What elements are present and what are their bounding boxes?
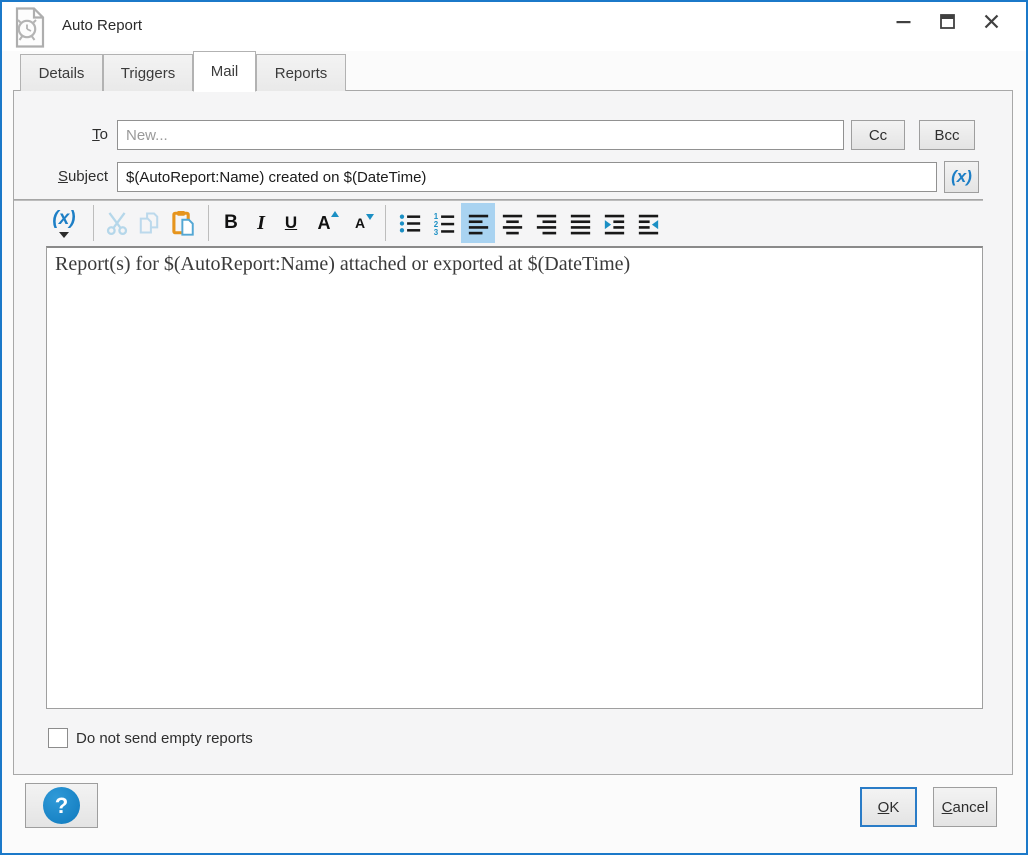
tab-reports[interactable]: Reports	[256, 54, 346, 91]
align-center-button[interactable]	[495, 203, 529, 243]
auto-report-dialog: Auto Report Details Triggers Mail Report…	[0, 0, 1028, 855]
decrease-indent-button[interactable]	[631, 203, 665, 243]
mail-body-text: Report(s) for $(AutoReport:Name) attache…	[55, 253, 630, 275]
chevron-down-icon	[59, 232, 69, 238]
help-icon: ?	[43, 787, 80, 824]
report-alarm-clock-icon	[12, 7, 48, 48]
grow-font-button[interactable]: A	[306, 203, 342, 243]
tab-triggers[interactable]: Triggers	[103, 54, 193, 91]
tab-mail[interactable]: Mail	[193, 51, 256, 92]
grow-font-icon: A	[318, 213, 331, 234]
copy-icon	[137, 211, 161, 235]
close-icon[interactable]	[982, 12, 1000, 30]
ok-button[interactable]: OK	[860, 787, 917, 827]
titlebar: Auto Report	[2, 2, 1026, 51]
to-label: To	[14, 126, 108, 143]
do-not-send-empty-reports-checkbox[interactable]	[48, 728, 68, 748]
bcc-button[interactable]: Bcc	[919, 120, 975, 150]
numbered-list-icon: 1 2 3	[432, 211, 457, 236]
underline-icon: U	[285, 213, 297, 233]
subject-label: Subject	[14, 168, 108, 185]
mail-tab-page: To Cc Bcc Subject (x) (x)	[13, 90, 1013, 775]
underline-button[interactable]: U	[276, 203, 306, 243]
toolbar-divider	[385, 205, 386, 241]
bold-button[interactable]: B	[216, 203, 246, 243]
italic-icon: I	[257, 212, 265, 235]
justify-button[interactable]	[563, 203, 597, 243]
bold-icon: B	[224, 212, 238, 234]
italic-button[interactable]: I	[246, 203, 276, 243]
empty-reports-checkbox-row: Do not send empty reports	[48, 728, 253, 748]
checkbox-label: Do not send empty reports	[76, 730, 253, 747]
cancel-button[interactable]: Cancel	[933, 787, 997, 827]
increase-indent-button[interactable]	[597, 203, 631, 243]
shrink-font-icon: A	[355, 215, 365, 231]
increase-indent-icon	[602, 211, 627, 236]
cc-button[interactable]: Cc	[851, 120, 905, 150]
formatting-toolbar: (x)	[42, 202, 665, 244]
align-left-icon	[466, 211, 491, 236]
svg-text:3: 3	[433, 228, 438, 236]
subject-insert-field-button[interactable]: (x)	[944, 161, 979, 193]
toolbar-divider	[93, 205, 94, 241]
align-center-icon	[500, 211, 525, 236]
align-right-icon	[534, 211, 559, 236]
paste-icon	[170, 210, 196, 236]
align-right-button[interactable]	[529, 203, 563, 243]
window-controls	[894, 12, 1000, 30]
insert-field-icon: (x)	[52, 209, 75, 228]
cut-button	[101, 203, 133, 243]
justify-icon	[568, 211, 593, 236]
toolbar-separator	[14, 199, 983, 201]
tab-details[interactable]: Details	[20, 54, 103, 91]
mail-body-editor[interactable]: Report(s) for $(AutoReport:Name) attache…	[46, 246, 983, 709]
scissors-icon	[105, 211, 129, 235]
decrease-indent-icon	[636, 211, 661, 236]
numbered-list-button[interactable]: 1 2 3	[427, 203, 461, 243]
to-input[interactable]	[117, 120, 844, 150]
subject-input[interactable]	[117, 162, 937, 192]
help-button[interactable]: ?	[25, 783, 98, 828]
copy-button	[133, 203, 165, 243]
minimize-icon[interactable]	[894, 12, 912, 30]
bullet-list-icon	[398, 211, 423, 236]
maximize-icon[interactable]	[938, 12, 956, 30]
bullet-list-button[interactable]	[393, 203, 427, 243]
toolbar-divider	[208, 205, 209, 241]
shrink-font-button[interactable]: A	[342, 203, 378, 243]
align-left-button[interactable]	[461, 203, 495, 243]
paste-button[interactable]	[165, 203, 201, 243]
window-title: Auto Report	[62, 17, 142, 34]
insert-field-dropdown-button[interactable]: (x)	[42, 203, 86, 243]
